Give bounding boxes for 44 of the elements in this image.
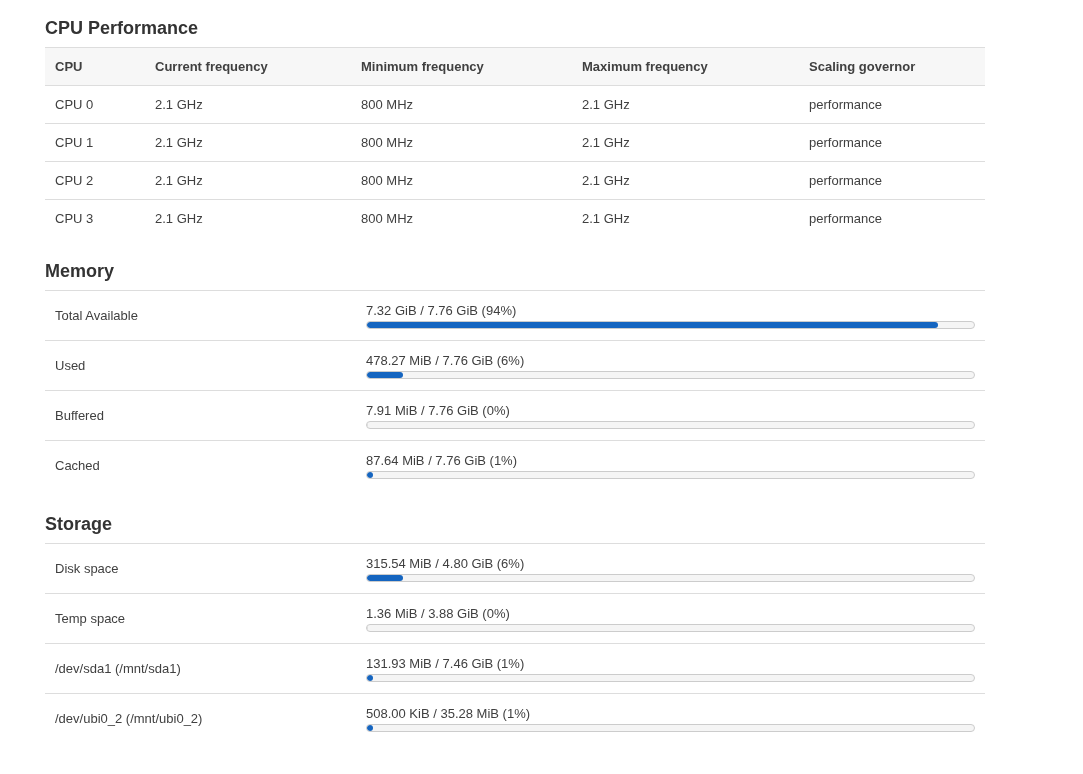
usage-reading: 131.93 MiB / 7.46 GiB (1%) xyxy=(366,655,526,671)
table-cell: performance xyxy=(799,85,985,124)
table-cell: 2.1 GHz xyxy=(572,199,799,237)
usage-reading: 87.64 MiB / 7.76 GiB (1%) xyxy=(366,452,518,468)
table-cell: 800 MHz xyxy=(351,123,572,162)
table-cell: 800 MHz xyxy=(351,199,572,237)
usage-reading: 1.36 MiB / 3.88 GiB (0%) xyxy=(366,605,511,621)
table-cell: CPU 3 xyxy=(45,199,145,237)
usage-reading: 7.91 MiB / 7.76 GiB (0%) xyxy=(366,402,511,418)
table-cell: 2.1 GHz xyxy=(572,85,799,124)
column-header: Maximum frequency xyxy=(572,47,799,86)
table-cell: CPU 0 xyxy=(45,85,145,124)
row-label: Total Available xyxy=(54,308,139,323)
table-cell: 2.1 GHz xyxy=(145,161,351,200)
row-label: Used xyxy=(54,358,87,373)
table-cell: 2.1 GHz xyxy=(572,161,799,200)
table-cell: performance xyxy=(799,161,985,200)
table-cell: performance xyxy=(799,123,985,162)
section-title: Memory xyxy=(45,260,116,283)
usage-reading: 508.00 KiB / 35.28 MiB (1%) xyxy=(366,705,532,721)
column-header: CPU xyxy=(45,47,145,86)
usage-reading: 315.54 MiB / 4.80 GiB (6%) xyxy=(366,555,526,571)
column-header: Minimum frequency xyxy=(351,47,572,86)
table-cell: 800 MHz xyxy=(351,161,572,200)
table-cell: 2.1 GHz xyxy=(145,199,351,237)
column-header: Current frequency xyxy=(145,47,351,86)
table-cell: CPU 1 xyxy=(45,123,145,162)
table-cell: 2.1 GHz xyxy=(145,85,351,124)
column-header: Scaling governor xyxy=(799,47,985,86)
table-cell: CPU 2 xyxy=(45,161,145,200)
usage-reading: 7.32 GiB / 7.76 GiB (94%) xyxy=(366,302,518,318)
usage-reading: 478.27 MiB / 7.76 GiB (6%) xyxy=(366,352,526,368)
row-label: Cached xyxy=(54,458,101,473)
section-title: Storage xyxy=(45,513,114,536)
row-label: Buffered xyxy=(54,408,105,423)
row-label: /dev/sda1 (/mnt/sda1) xyxy=(54,661,182,676)
row-label: /dev/ubi0_2 (/mnt/ubi0_2) xyxy=(54,711,204,726)
table-cell: 800 MHz xyxy=(351,85,572,124)
table-cell: performance xyxy=(799,199,985,237)
row-label: Temp space xyxy=(54,611,127,626)
row-label: Disk space xyxy=(54,561,120,576)
table-cell: 2.1 GHz xyxy=(145,123,351,162)
table-cell: 2.1 GHz xyxy=(572,123,799,162)
section-title: CPU Performance xyxy=(45,17,200,40)
